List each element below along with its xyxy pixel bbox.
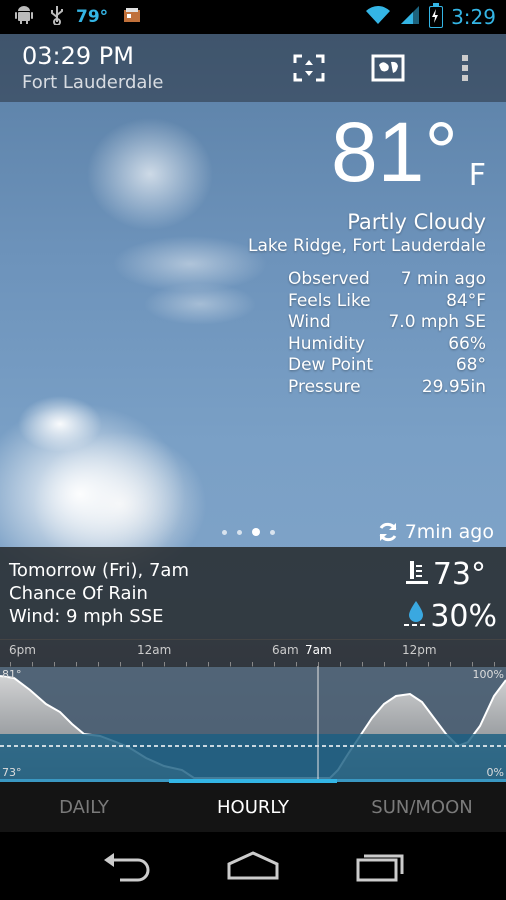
back-icon[interactable] xyxy=(98,848,158,884)
hourly-time-axis: 6pm 12am 6am 7am 12pm xyxy=(0,639,506,667)
time-label: 12am xyxy=(137,643,172,657)
temp-max-label: 81° xyxy=(2,668,22,681)
detail-label: Pressure xyxy=(288,376,361,397)
current-temperature-value: 81 xyxy=(330,105,425,199)
precip-max-label: 100% xyxy=(472,668,504,681)
status-temperature: 79° xyxy=(76,7,109,27)
navigation-bar xyxy=(0,832,506,900)
tab-sun-moon[interactable]: SUN/MOON xyxy=(338,782,506,832)
detail-value: 68° xyxy=(455,355,486,376)
detail-value: 7.0 mph SE xyxy=(388,312,486,333)
header-time: 03:29 PM xyxy=(22,42,134,70)
forecast-summary: Tomorrow (Fri), 7am Chance Of Rain Wind:… xyxy=(0,547,506,639)
detail-row: Observed 7 min ago xyxy=(288,269,486,291)
detail-row: Wind 7.0 mph SE xyxy=(288,312,486,334)
signal-icon xyxy=(399,5,421,29)
status-time: 3:29 xyxy=(451,5,496,29)
hourly-chart[interactable]: 81° 73° 100% 0% xyxy=(0,666,506,782)
precip-area xyxy=(0,734,506,782)
forecast-wind: Wind: 9 mph SSE xyxy=(9,606,164,627)
forecast-precip-chance: 30% xyxy=(430,599,497,634)
temperature-unit[interactable]: F xyxy=(469,158,486,193)
page-dot-active xyxy=(252,528,260,536)
detail-value: 66% xyxy=(448,333,486,354)
map-icon xyxy=(371,54,405,82)
hourly-graph xyxy=(0,666,506,782)
tab-daily[interactable]: DAILY xyxy=(0,782,168,832)
tab-bar: DAILY HOURLY SUN/MOON xyxy=(0,779,506,832)
thermometer-icon xyxy=(406,561,428,584)
usb-icon xyxy=(48,5,66,30)
refresh-icon xyxy=(379,522,397,542)
detail-label: Observed xyxy=(288,269,370,289)
forecast-time: Tomorrow (Fri), 7am xyxy=(9,560,189,581)
current-details: Observed 7 min ago Feels Like 84°F Wind 7.0… xyxy=(288,269,486,399)
page-dot xyxy=(222,529,227,535)
battery-charging-icon xyxy=(429,3,444,28)
fullscreen-icon xyxy=(293,54,325,82)
detail-label: Humidity xyxy=(288,333,366,354)
detail-value: 84°F xyxy=(446,290,486,311)
tab-hourly[interactable]: HOURLY xyxy=(169,782,337,832)
status-bar: 79° 3:29 xyxy=(0,0,506,34)
header-city[interactable]: Fort Lauderdale xyxy=(22,72,164,93)
map-button[interactable] xyxy=(371,52,405,84)
detail-value: 7 min ago xyxy=(400,269,486,289)
raindrop-icon xyxy=(404,601,425,626)
detail-label: Dew Point xyxy=(288,355,374,376)
forecast-temperature: 73° xyxy=(432,557,486,592)
degree-symbol: ° xyxy=(424,105,458,199)
detail-value: 29.95in xyxy=(421,376,486,397)
detail-row: Humidity 66% xyxy=(288,334,486,356)
detail-row: Feels Like 84°F xyxy=(288,291,486,313)
action-bar: 03:29 PM Fort Lauderdale xyxy=(0,34,506,102)
weather-app-icon xyxy=(122,5,142,30)
time-label: 6am xyxy=(272,643,299,657)
time-label: 12pm xyxy=(402,643,437,657)
page-dot xyxy=(237,529,242,535)
last-updated: 7min ago xyxy=(404,521,494,543)
recent-apps-icon[interactable] xyxy=(350,848,410,884)
detail-row: Dew Point 68° xyxy=(288,355,486,377)
refresh-button[interactable]: 7min ago xyxy=(377,521,494,543)
current-condition: Partly Cloudy xyxy=(347,210,486,234)
weather-station: Lake Ridge, Fort Lauderdale xyxy=(248,236,486,256)
home-icon[interactable] xyxy=(223,848,283,884)
precip-min-label: 0% xyxy=(486,766,504,779)
fullscreen-button[interactable] xyxy=(292,52,326,84)
current-temperature: 81° xyxy=(331,110,458,194)
time-label: 6pm xyxy=(9,643,36,657)
forecast-condition: Chance Of Rain xyxy=(9,583,148,604)
page-dot xyxy=(270,529,275,535)
temp-min-label: 73° xyxy=(2,766,22,779)
overflow-menu-icon xyxy=(462,55,468,81)
page-indicator[interactable] xyxy=(222,528,275,536)
wifi-icon xyxy=(365,5,391,29)
detail-row: Pressure 29.95in xyxy=(288,377,486,399)
detail-label: Wind xyxy=(288,312,331,333)
android-icon xyxy=(14,5,34,30)
selected-time-label: 7am xyxy=(305,643,332,657)
overflow-menu-button[interactable] xyxy=(450,52,480,84)
detail-label: Feels Like xyxy=(288,290,371,311)
